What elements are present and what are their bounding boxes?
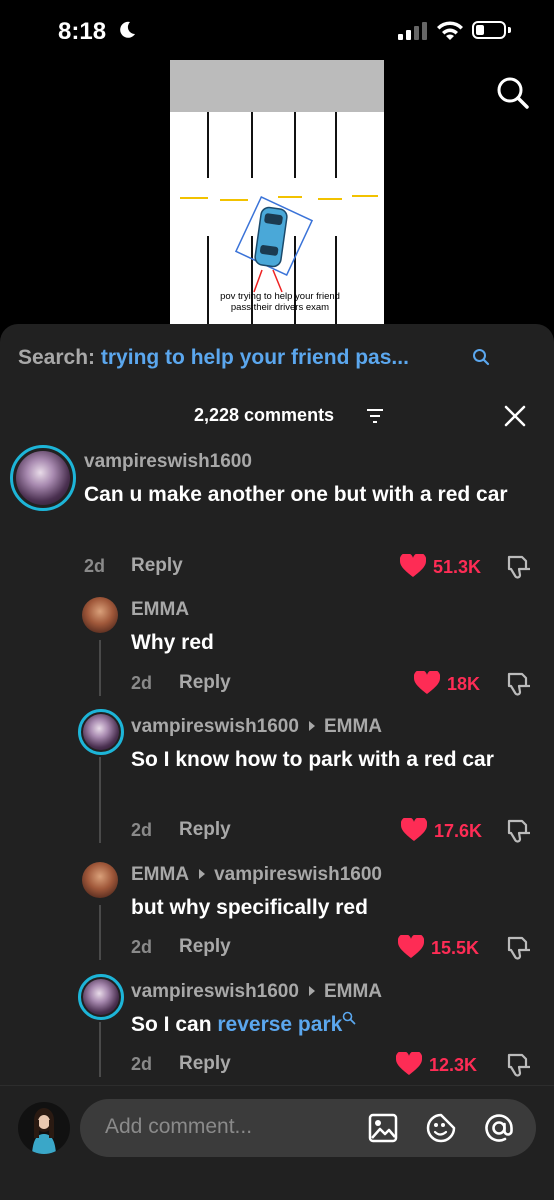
- parking-lot-illustration: [180, 112, 378, 325]
- avatar[interactable]: [82, 862, 118, 898]
- avatar[interactable]: [83, 714, 119, 750]
- like-count: 18K: [447, 674, 481, 694]
- reply-button[interactable]: Reply: [131, 555, 183, 577]
- search-icon[interactable]: [496, 76, 530, 110]
- search-label: Search:: [18, 346, 96, 369]
- dislike-icon[interactable]: [505, 817, 533, 845]
- thread-line: [99, 640, 101, 696]
- like-count: 15.5K: [431, 938, 480, 958]
- comment-age: 2d: [131, 820, 153, 840]
- comment-username[interactable]: EMMA: [131, 599, 189, 621]
- signal-icon: [398, 22, 427, 40]
- like-count: 51.3K: [433, 557, 482, 577]
- reply-button[interactable]: Reply: [179, 1053, 231, 1075]
- reply-button[interactable]: Reply: [179, 936, 231, 958]
- comment-age: 2d: [131, 1054, 153, 1074]
- battery-icon: [472, 21, 506, 39]
- reply-button[interactable]: Reply: [179, 672, 231, 694]
- search-query-icon: [473, 349, 490, 366]
- heart-icon[interactable]: [396, 1052, 422, 1076]
- moon-icon: [120, 21, 135, 38]
- thread-line: [99, 1022, 101, 1077]
- thread-line: [99, 757, 101, 843]
- status-bar: 8:18: [0, 0, 554, 60]
- dislike-icon[interactable]: [505, 1051, 533, 1079]
- thread-line: [99, 905, 101, 960]
- heart-icon[interactable]: [400, 554, 426, 578]
- comment-username[interactable]: vampireswish1600 EMMA: [131, 981, 382, 1003]
- mention-icon[interactable]: [483, 1112, 515, 1144]
- battery-cap: [508, 27, 511, 33]
- person-icon: [32, 1108, 56, 1154]
- comment-text: but why specifically red: [131, 896, 368, 919]
- comment-text: Can u make another one but with a red ca…: [84, 483, 508, 506]
- avatar[interactable]: [83, 979, 119, 1015]
- image-icon[interactable]: [367, 1112, 399, 1144]
- heart-icon[interactable]: [398, 935, 424, 959]
- video-caption: pov trying to help your friend pass thei…: [220, 291, 340, 313]
- related-search[interactable]: Search: trying to help your friend pas..…: [18, 346, 490, 370]
- dislike-icon[interactable]: [505, 670, 533, 698]
- comment-text: So I know how to park with a red car: [131, 748, 494, 771]
- comment-count: 2,228 comments: [194, 405, 335, 425]
- my-avatar[interactable]: [18, 1102, 70, 1154]
- avatar[interactable]: [16, 451, 70, 505]
- dislike-icon[interactable]: [505, 553, 533, 581]
- comment-username[interactable]: vampireswish1600 EMMA: [131, 716, 382, 738]
- heart-icon[interactable]: [414, 671, 440, 695]
- like-count: 12.3K: [429, 1055, 478, 1075]
- emoji-icon[interactable]: [425, 1112, 457, 1144]
- reply-to-arrow: [308, 986, 315, 997]
- heart-icon[interactable]: [401, 818, 427, 842]
- reply-to-arrow: [199, 869, 206, 880]
- wifi-icon: [437, 21, 463, 40]
- reply-to-arrow: [308, 721, 315, 732]
- close-icon[interactable]: [503, 404, 527, 428]
- comment-text: So I can reverse park: [131, 1009, 521, 1040]
- comment-input[interactable]: Add comment...: [80, 1099, 536, 1157]
- link-search-icon: [342, 1011, 356, 1025]
- comment-age: 2d: [84, 556, 106, 576]
- dislike-icon[interactable]: [505, 934, 533, 962]
- comment-username[interactable]: EMMA vampireswish1600: [131, 864, 382, 886]
- comment-age: 2d: [131, 937, 153, 957]
- comment-username[interactable]: vampireswish1600: [84, 451, 252, 473]
- status-time: 8:18: [58, 18, 107, 45]
- search-link[interactable]: reverse park: [217, 1013, 342, 1036]
- like-count: 17.6K: [434, 821, 483, 841]
- video-preview[interactable]: pov trying to help your friend pass thei…: [170, 60, 384, 325]
- sort-icon[interactable]: [366, 408, 384, 424]
- avatar[interactable]: [82, 597, 118, 633]
- comment-text: Why red: [131, 631, 214, 654]
- search-query[interactable]: trying to help your friend pas...: [101, 346, 409, 369]
- comment-age: 2d: [131, 673, 153, 693]
- comment-input-placeholder: Add comment...: [105, 1115, 253, 1138]
- reply-button[interactable]: Reply: [179, 819, 231, 841]
